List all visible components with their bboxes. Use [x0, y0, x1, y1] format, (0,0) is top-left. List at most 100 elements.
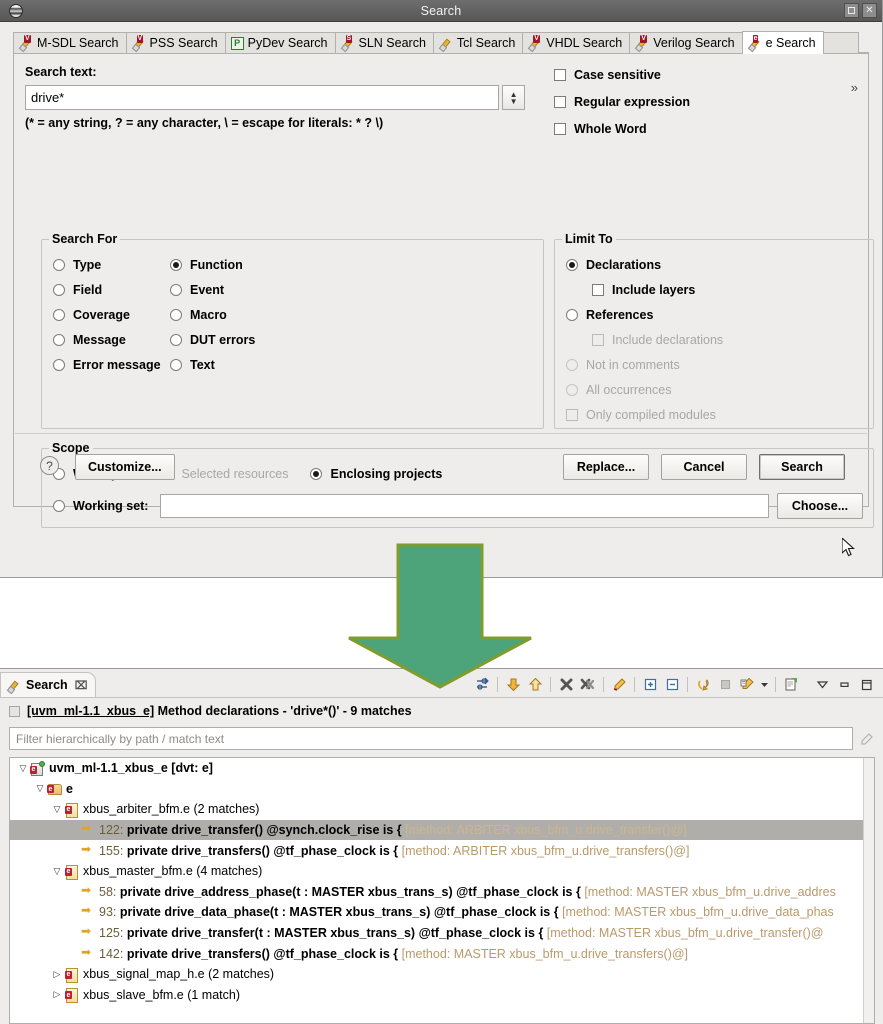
customize-button[interactable]: Customize...: [75, 454, 175, 480]
radio-event[interactable]: [170, 283, 182, 296]
tab-tcl-search[interactable]: Tcl Search: [432, 32, 524, 53]
tree-row[interactable]: 142: private drive_transfers() @tf_phase…: [10, 943, 874, 964]
filter-pen-icon[interactable]: [859, 730, 875, 748]
collapse-all-icon[interactable]: [661, 674, 683, 694]
expand-arrow-open-icon[interactable]: ▽: [33, 783, 47, 794]
radio-row-error-message[interactable]: Error message: [53, 352, 170, 377]
tree-row[interactable]: 125: private drive_transfer(t : MASTER x…: [10, 923, 874, 944]
radio-row-text[interactable]: Text: [170, 352, 330, 377]
tab-msdl-search[interactable]: V M-SDL Search: [13, 32, 127, 53]
tree-vertical-scrollbar[interactable]: [863, 758, 874, 1023]
help-icon[interactable]: ?: [40, 456, 59, 475]
tab-sln-search[interactable]: S SLN Search: [334, 32, 434, 53]
tree-row[interactable]: 122: private drive_transfer() @synch.clo…: [10, 819, 874, 841]
previous-search-icon[interactable]: [692, 674, 714, 694]
radio-row-references[interactable]: References: [566, 302, 866, 327]
filter-input[interactable]: [9, 727, 853, 750]
view-tab-search[interactable]: Search ⌧: [0, 672, 97, 697]
radio-row-event[interactable]: Event: [170, 277, 330, 302]
expand-arrow-open-icon[interactable]: ▽: [50, 866, 64, 877]
radio-row-dut-errors[interactable]: DUT errors: [170, 327, 330, 352]
checkbox-whole-word[interactable]: [554, 122, 566, 135]
result-header-checkbox[interactable]: [9, 705, 20, 717]
radio-label: Type: [73, 257, 102, 272]
radio-error-message[interactable]: [53, 358, 65, 371]
tab-vhdl-search[interactable]: V VHDL Search: [522, 32, 631, 53]
dialog-footer: ? Customize... Replace... Cancel Search: [15, 433, 867, 506]
expand-arrow-open-icon[interactable]: ▽: [50, 804, 64, 815]
search-for-group: Search For Type Field Coverage Message E…: [41, 232, 544, 429]
new-search-icon[interactable]: [780, 674, 802, 694]
option-whole-word[interactable]: Whole Word: [554, 115, 874, 142]
radio-text[interactable]: [170, 358, 182, 371]
cancel-button[interactable]: Cancel: [661, 454, 747, 480]
checkbox-row-include-declarations: Include declarations: [592, 327, 866, 352]
radio-macro[interactable]: [170, 308, 182, 321]
run-search-icon[interactable]: [608, 674, 630, 694]
radio-all-occurrences: [566, 383, 578, 396]
radio-row-field[interactable]: Field: [53, 277, 170, 302]
file-icon: [64, 864, 79, 880]
minimize-view-icon[interactable]: [833, 674, 855, 694]
tree-row[interactable]: ▽ xbus_master_bfm.e (4 matches): [10, 861, 874, 882]
checkbox-case-sensitive[interactable]: [554, 68, 566, 81]
close-button[interactable]: ✕: [862, 3, 877, 18]
search-text-history-button[interactable]: ▲ ▼: [502, 85, 525, 110]
option-case-sensitive[interactable]: Case sensitive: [554, 61, 874, 88]
tree-row[interactable]: ▽ xbus_arbiter_bfm.e (2 matches): [10, 799, 874, 820]
radio-declarations[interactable]: [566, 258, 578, 271]
tree-row[interactable]: 155: private drive_transfers() @tf_phase…: [10, 840, 874, 861]
radio-field[interactable]: [53, 283, 65, 296]
toolbar-separator: [806, 677, 807, 692]
radio-row-macro[interactable]: Macro: [170, 302, 330, 327]
maximize-button[interactable]: [844, 3, 859, 18]
tab-e-search[interactable]: e e Search: [741, 31, 824, 54]
search-history-icon[interactable]: [736, 674, 758, 694]
radio-row-message[interactable]: Message: [53, 327, 170, 352]
remove-all-matches-icon[interactable]: [577, 674, 599, 694]
search-text-label: Search text:: [25, 65, 97, 79]
radio-row-declarations[interactable]: Declarations: [566, 252, 866, 277]
tree-row[interactable]: ▷ xbus_slave_bfm.e (1 match): [10, 985, 874, 1006]
close-icon[interactable]: ⌧: [75, 679, 88, 692]
dialog-titlebar[interactable]: Search ✕: [0, 0, 882, 22]
radio-row-coverage[interactable]: Coverage: [53, 302, 170, 327]
search-button[interactable]: Search: [759, 454, 845, 480]
remove-match-icon[interactable]: [555, 674, 577, 694]
checkbox-row-include-layers[interactable]: Include layers: [592, 277, 866, 302]
search-history-dropdown-icon[interactable]: [758, 674, 771, 694]
checkbox-regular-expression[interactable]: [554, 95, 566, 108]
match-meta-text: [method: ARBITER xbus_bfm_u.drive_transf…: [401, 843, 690, 858]
expand-arrow-closed-icon[interactable]: ▷: [50, 989, 64, 1000]
option-regular-expression[interactable]: Regular expression: [554, 88, 874, 115]
expand-arrow-closed-icon[interactable]: ▷: [50, 969, 64, 980]
tab-pydev-search[interactable]: P PyDev Search: [224, 32, 336, 53]
replace-button[interactable]: Replace...: [563, 454, 649, 480]
maximize-view-icon[interactable]: [855, 674, 877, 694]
tree-row[interactable]: ▽ uvm_ml-1.1_xbus_e [dvt: e]: [10, 758, 874, 779]
radio-row-type[interactable]: Type: [53, 252, 170, 277]
match-line-number: 122:: [99, 823, 127, 838]
tab-verilog-search[interactable]: V Verilog Search: [629, 32, 743, 53]
text-options-group: Case sensitive Regular expression Whole …: [554, 61, 874, 142]
radio-message[interactable]: [53, 333, 65, 346]
radio-function[interactable]: [170, 258, 182, 271]
radio-row-function[interactable]: Function: [170, 252, 330, 277]
radio-dut-errors[interactable]: [170, 333, 182, 346]
tree-row[interactable]: 93: private drive_data_phase(t : MASTER …: [10, 902, 874, 923]
checkbox-include-layers[interactable]: [592, 283, 604, 296]
tab-pss-search[interactable]: V PSS Search: [125, 32, 226, 53]
radio-coverage[interactable]: [53, 308, 65, 321]
expand-all-icon[interactable]: [639, 674, 661, 694]
search-results-view: Search ⌧ [uvm_ml-1.1_xbus_e] Method decl…: [0, 668, 883, 1024]
view-menu-icon[interactable]: [811, 674, 833, 694]
results-tree[interactable]: ▽uvm_ml-1.1_xbus_e [dvt: e]▽e▽xbus_arbit…: [9, 757, 875, 1024]
tree-row[interactable]: ▷ xbus_signal_map_h.e (2 matches): [10, 964, 874, 985]
radio-references[interactable]: [566, 308, 578, 321]
expand-arrow-open-icon[interactable]: ▽: [16, 763, 30, 774]
search-text-input[interactable]: [25, 85, 500, 110]
tree-row[interactable]: ▽ e: [10, 779, 874, 800]
tree-row[interactable]: 58: private drive_address_phase(t : MAST…: [10, 882, 874, 903]
radio-type[interactable]: [53, 258, 65, 271]
tree-label-text: xbus_slave_bfm.e (1 match): [83, 987, 241, 1002]
